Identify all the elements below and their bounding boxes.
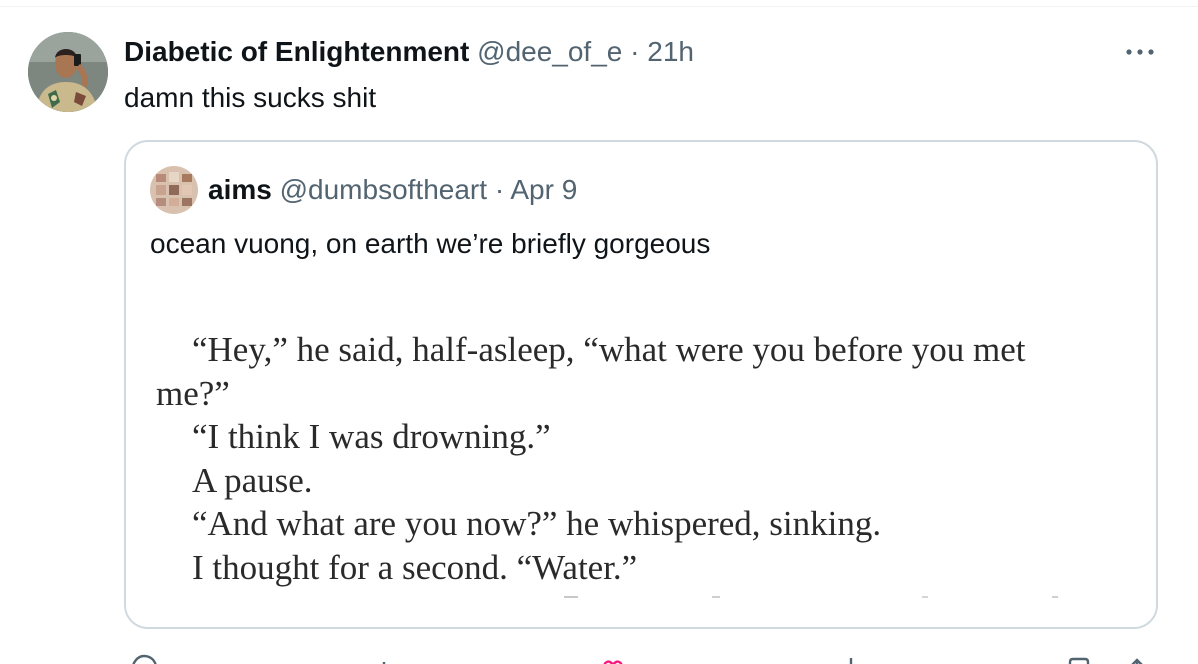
retweet-icon[interactable] <box>360 648 390 664</box>
quoted-tweet-header: aims @dumbsoftheart · Apr 9 <box>208 172 577 208</box>
quoted-author-avatar-photo <box>150 166 198 214</box>
author-avatar[interactable] <box>28 32 108 112</box>
top-divider <box>0 6 1198 7</box>
excerpt-line: me?” <box>156 373 230 413</box>
excerpt-line: I thought for a second. “Water.” <box>192 547 638 587</box>
book-excerpt: “Hey,” he said, half-asleep, “what were … <box>156 328 1025 589</box>
header-separator: · <box>630 36 640 67</box>
quoted-author-handle[interactable]: @dumbsoftheart <box>280 174 487 205</box>
excerpt-line: “I think I was drowning.” <box>192 417 551 456</box>
quoted-tweet-date[interactable]: Apr 9 <box>510 174 577 205</box>
excerpt-line: “And what are you now?” he whispered, si… <box>192 504 882 543</box>
tweet-text: damn this sucks shit <box>124 82 377 113</box>
quoted-tweet-image[interactable]: “Hey,” he said, half-asleep, “what were … <box>126 292 1156 627</box>
quoted-tweet-text: ocean vuong, on earth we’re briefly gorg… <box>150 228 711 259</box>
author-handle[interactable]: @dee_of_e <box>477 36 622 67</box>
tweet-header: Diabetic of Enlightenment @dee_of_e · 21… <box>124 34 694 70</box>
excerpt-line: A pause. <box>192 460 313 500</box>
more-horizontal-icon[interactable] <box>1122 40 1158 64</box>
views-icon[interactable] <box>836 648 866 664</box>
quoted-author-avatar[interactable] <box>150 166 198 214</box>
excerpt-line: “Hey,” he said, half-asleep, “what were … <box>192 330 1026 369</box>
scan-artifact-marks <box>564 596 1058 598</box>
author-avatar-photo <box>28 32 108 112</box>
author-display-name[interactable]: Diabetic of Enlightenment <box>124 36 469 67</box>
share-icon[interactable] <box>1122 648 1152 664</box>
tweet-action-bar <box>124 648 1158 664</box>
quoted-tweet-card[interactable]: aims @dumbsoftheart · Apr 9 ocean vuong,… <box>124 140 1158 629</box>
reply-icon[interactable] <box>128 648 158 664</box>
bookmark-icon[interactable] <box>1064 648 1094 664</box>
tweet-time[interactable]: 21h <box>647 36 694 67</box>
quoted-header-separator: · <box>494 174 505 205</box>
quoted-author-display-name[interactable]: aims <box>208 174 272 205</box>
heart-icon[interactable] <box>598 648 628 664</box>
